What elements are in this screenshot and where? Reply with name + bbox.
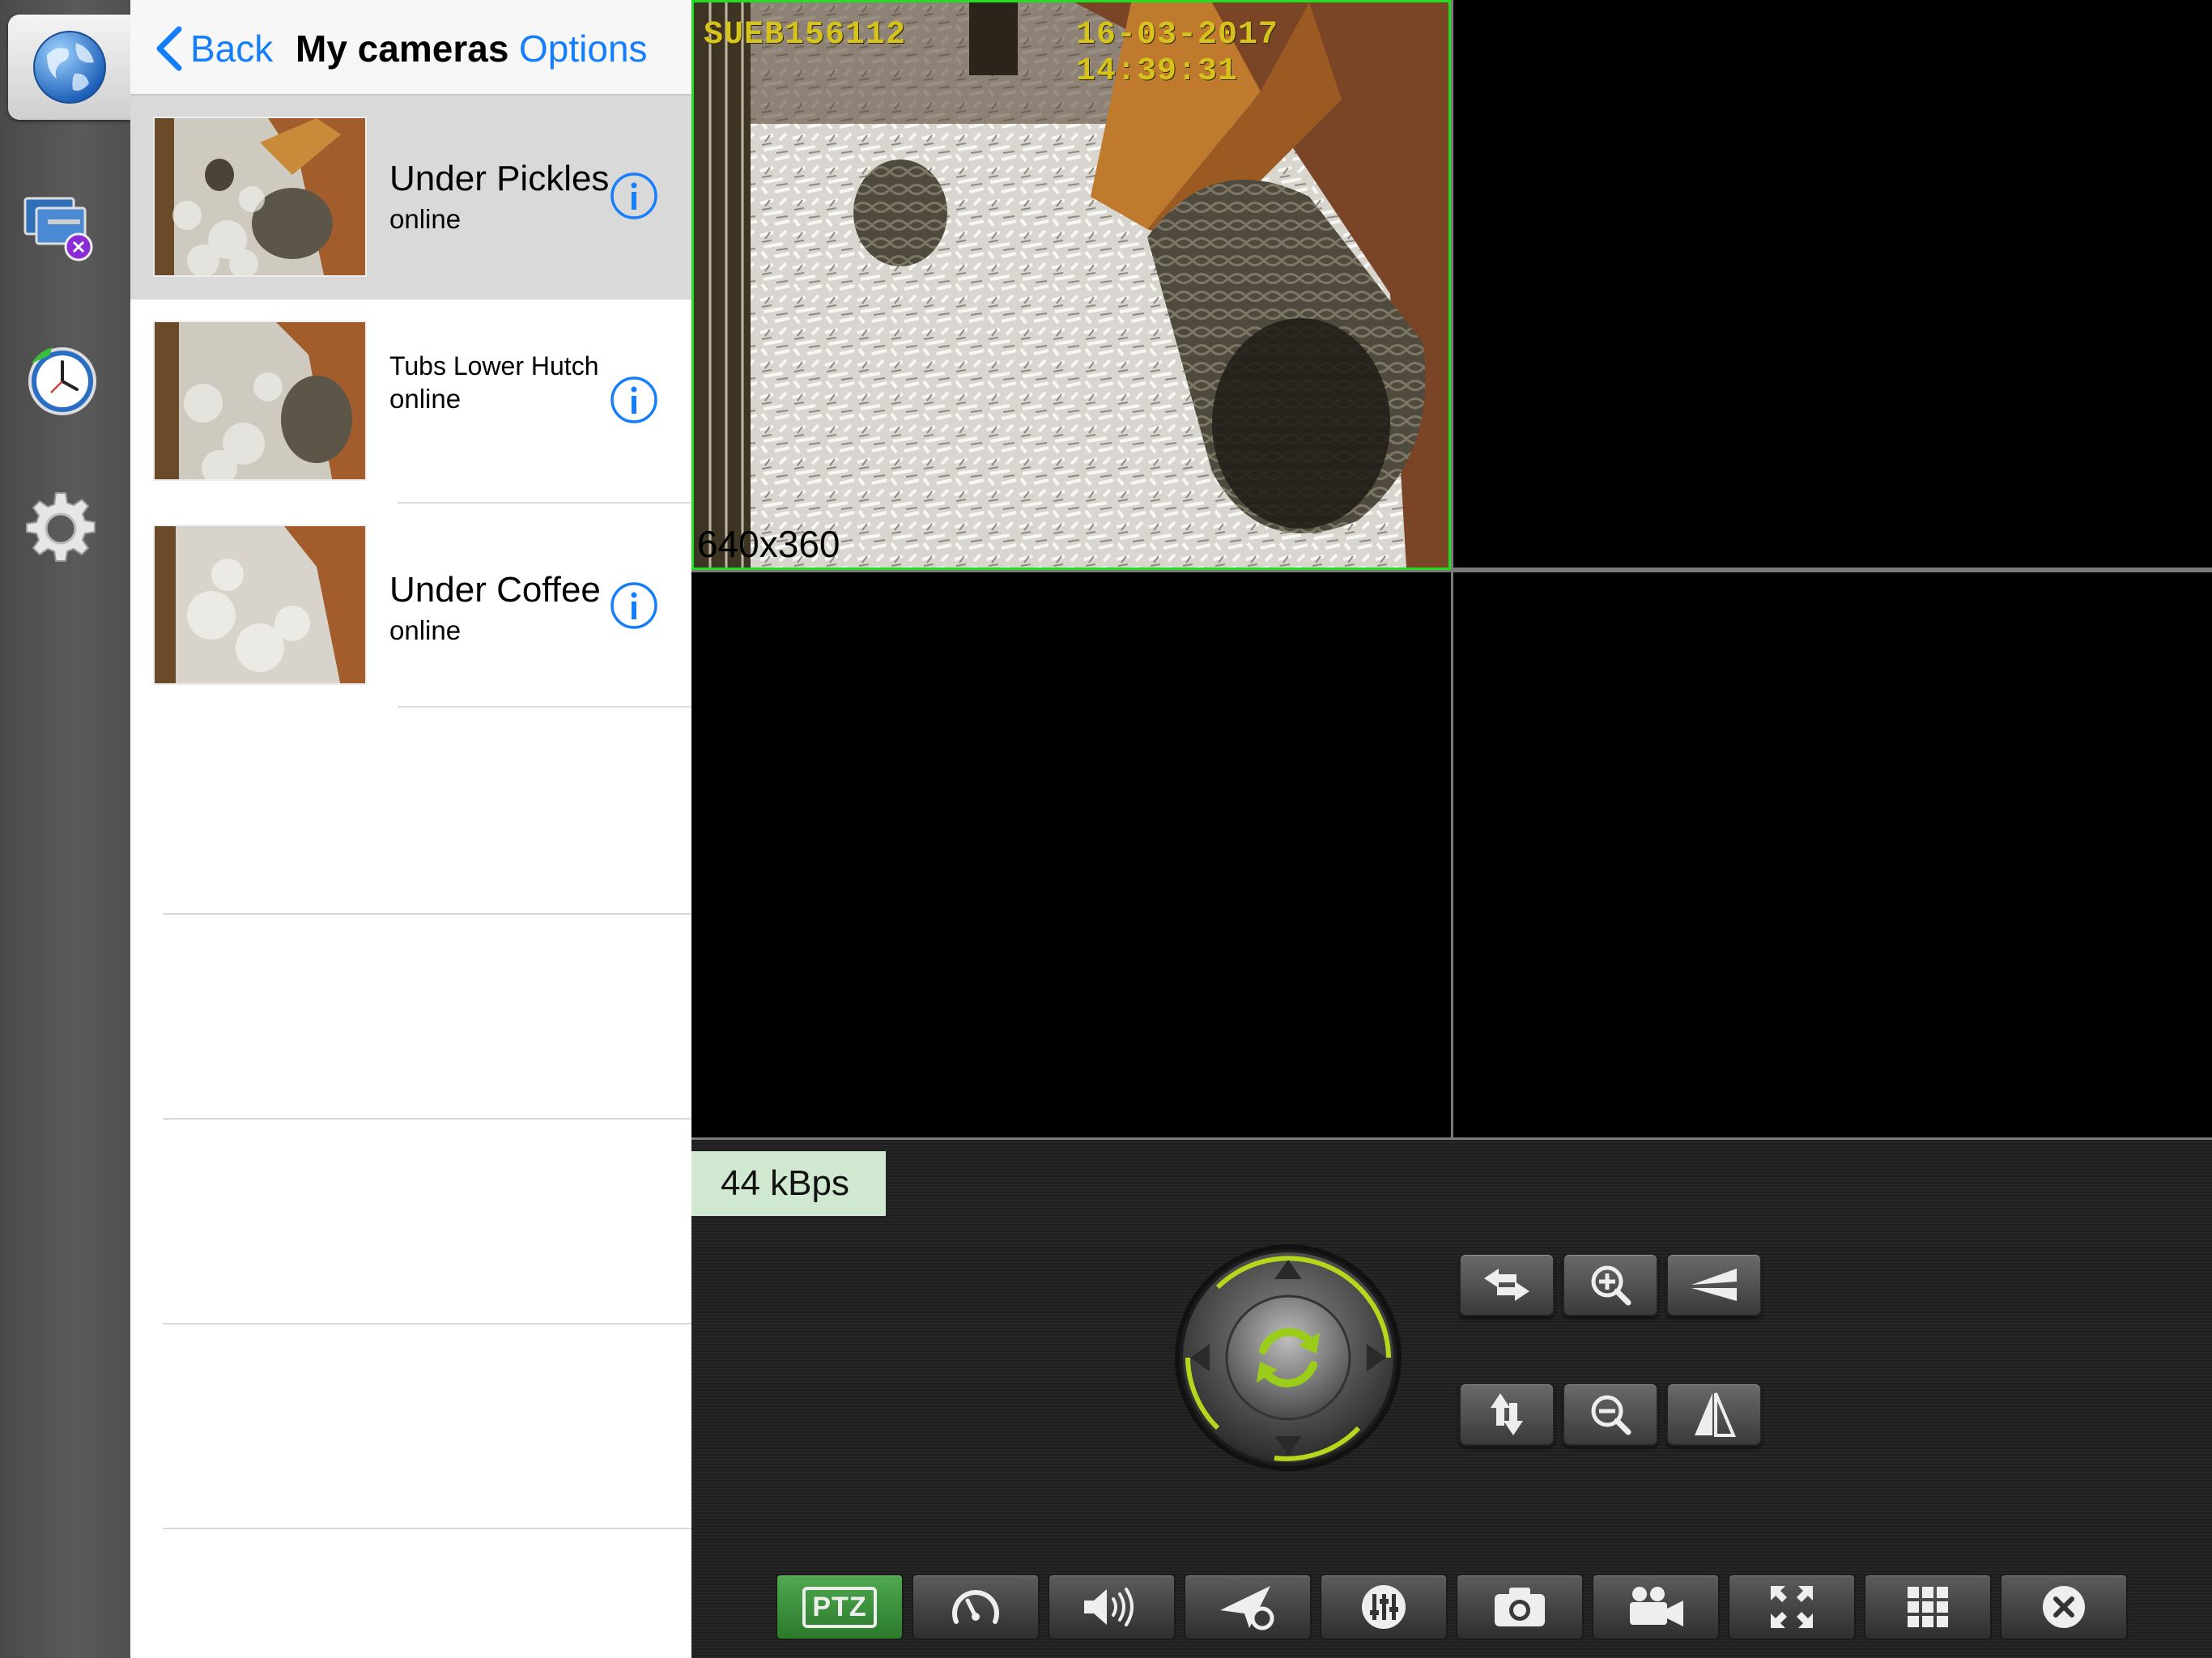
empty-row-separator xyxy=(163,1118,691,1120)
swap-horizontal-icon xyxy=(1484,1269,1529,1301)
close-icon xyxy=(2043,1586,2085,1628)
camera-status: online xyxy=(389,204,462,234)
video-tile-1[interactable]: SUEB156112 16-03-2017 14:39:31 640x360 xyxy=(691,0,1451,570)
camera-row-under-coffee[interactable]: Under Coffee online xyxy=(130,504,691,708)
audio-button[interactable] xyxy=(1048,1574,1176,1640)
info-icon[interactable] xyxy=(610,172,658,220)
camera-list-panel: Back My cameras Options Under Pickles on… xyxy=(130,0,691,1658)
clock-icon xyxy=(28,347,96,415)
speaker-icon xyxy=(1084,1588,1134,1626)
navigation-bar: Back My cameras Options xyxy=(130,0,691,96)
globe-icon xyxy=(32,31,106,104)
ptz-joystick[interactable] xyxy=(1169,1239,1407,1477)
row-separator xyxy=(398,706,691,708)
grid-icon xyxy=(1908,1587,1948,1627)
record-button[interactable] xyxy=(1592,1574,1720,1640)
zoom-out-icon xyxy=(1591,1395,1631,1435)
empty-row-separator xyxy=(163,1528,691,1529)
fullscreen-icon xyxy=(1771,1586,1813,1628)
gear-icon xyxy=(26,492,96,562)
bandwidth-badge: 44 kBps xyxy=(691,1151,886,1216)
speedometer-icon xyxy=(952,1590,999,1624)
camera-row-tubs-lower-hutch[interactable]: Tubs Lower Hutch online xyxy=(130,300,691,504)
close-button[interactable] xyxy=(2000,1574,2128,1640)
monitors-icon xyxy=(23,197,93,261)
mirror-button[interactable] xyxy=(1666,1383,1762,1446)
page-title: My cameras xyxy=(296,28,509,70)
snapshot-button[interactable] xyxy=(1456,1574,1584,1640)
info-icon[interactable] xyxy=(610,581,658,630)
camera-thumbnail xyxy=(153,117,367,277)
timestamp-overlay: 16-03-2017 14:39:31 xyxy=(1076,17,1279,90)
video-tile-4[interactable] xyxy=(1453,572,2212,1137)
fullscreen-button[interactable] xyxy=(1728,1574,1856,1640)
mirror-icon xyxy=(1695,1392,1737,1437)
ptz-button[interactable]: PTZ xyxy=(776,1574,904,1640)
empty-row-separator xyxy=(163,913,691,915)
equalizer-button[interactable] xyxy=(1320,1574,1448,1640)
camera-name: Under Pickles xyxy=(389,159,610,198)
video-tile-3[interactable] xyxy=(691,572,1451,1137)
swap-horizontal-button[interactable] xyxy=(1459,1253,1555,1316)
swap-vertical-button[interactable] xyxy=(1459,1383,1555,1446)
bottom-toolbar: PTZ xyxy=(776,1574,2136,1647)
video-grid: SUEB156112 16-03-2017 14:39:31 640x360 xyxy=(691,0,2212,1140)
zoom-in-icon xyxy=(1591,1265,1631,1306)
chevron-left-icon xyxy=(156,26,182,71)
rail-monitors-button[interactable] xyxy=(8,176,113,282)
send-settings-icon xyxy=(1220,1586,1274,1630)
camera-icon xyxy=(1495,1588,1545,1626)
camera-status: online xyxy=(389,615,462,645)
camera-id-overlay: SUEB156112 xyxy=(704,17,907,53)
flip-horizontal-button[interactable] xyxy=(1666,1253,1762,1316)
side-rail xyxy=(0,0,130,1658)
rail-settings-button[interactable] xyxy=(8,476,113,581)
zoom-in-button[interactable] xyxy=(1563,1253,1658,1316)
ptz-control-area: 44 kBps PTZ xyxy=(691,1140,2212,1658)
video-tile-2[interactable] xyxy=(1453,0,2212,568)
camera-name: Tubs Lower Hutch xyxy=(389,351,599,380)
camera-name: Under Coffee xyxy=(389,570,601,610)
empty-row-separator xyxy=(163,1323,691,1324)
ptz-label: PTZ xyxy=(802,1586,877,1628)
speed-button[interactable] xyxy=(912,1574,1040,1640)
camera-thumbnail xyxy=(153,321,367,481)
info-icon[interactable] xyxy=(610,376,658,424)
back-button[interactable]: Back xyxy=(155,23,273,74)
camera-row-under-pickles[interactable]: Under Pickles online xyxy=(130,96,691,300)
back-label: Back xyxy=(190,28,274,70)
zoom-out-button[interactable] xyxy=(1563,1383,1658,1446)
rail-globe-button[interactable] xyxy=(8,15,130,120)
camera-thumbnail xyxy=(153,525,367,685)
flip-horizontal-icon xyxy=(1691,1269,1737,1301)
rail-clock-button[interactable] xyxy=(8,327,113,432)
video-camera-icon xyxy=(1630,1587,1683,1626)
options-button[interactable]: Options xyxy=(519,23,648,74)
camera-status: online xyxy=(389,384,462,414)
grid-layout-button[interactable] xyxy=(1864,1574,1992,1640)
swap-vertical-icon xyxy=(1491,1393,1523,1435)
equalizer-icon xyxy=(1362,1585,1406,1629)
resolution-overlay: 640x360 xyxy=(697,523,840,565)
send-settings-button[interactable] xyxy=(1184,1574,1312,1640)
